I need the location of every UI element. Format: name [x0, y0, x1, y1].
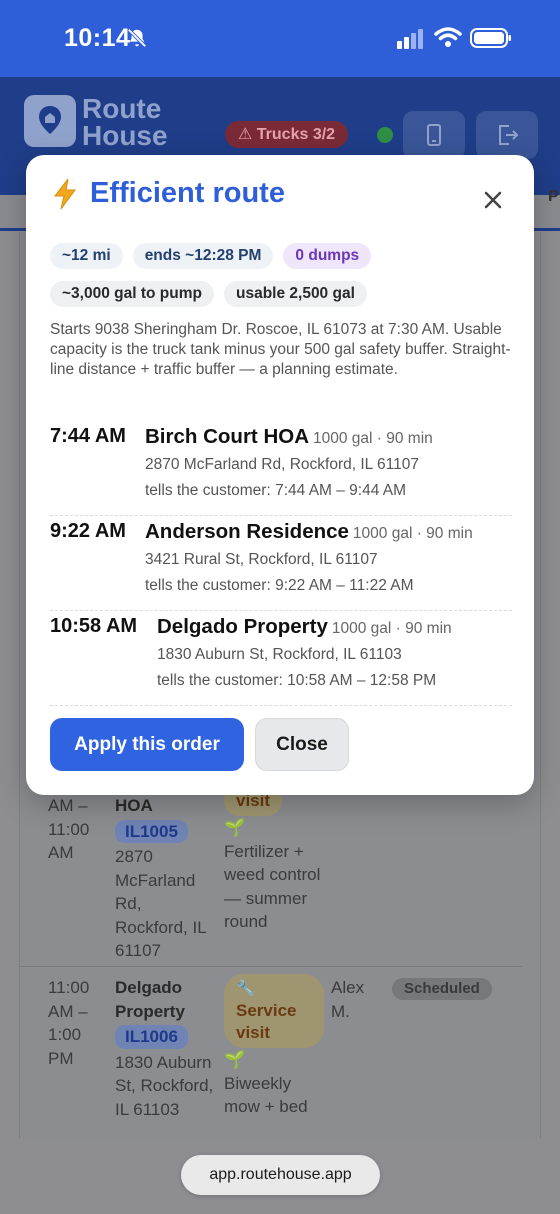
- device-button[interactable]: [403, 111, 465, 159]
- logout-button[interactable]: [476, 111, 538, 159]
- row-time: AM – 11:00 AM: [48, 794, 108, 865]
- time-line: AM –: [48, 1001, 88, 1021]
- close-button[interactable]: Close: [255, 718, 349, 771]
- row-customer: HOA IL1005 2870 McFarland Rd, Rockford, …: [115, 794, 215, 963]
- customer-address: 2870 McFarland Rd, Rockford, IL 61107: [115, 847, 207, 960]
- row-time: 11:00 AM – 1:00 PM: [48, 976, 108, 1070]
- trucks-warning-badge[interactable]: ⚠ Trucks 3/2: [225, 121, 349, 148]
- stop-address: 1830 Auburn St, Rockford, IL 61103: [157, 646, 402, 663]
- stop-time: 7:44 AM: [50, 425, 126, 447]
- time-line: PM: [48, 1048, 74, 1068]
- sprout-icon: 🌱: [224, 818, 246, 837]
- stop-address: 2870 McFarland Rd, Rockford, IL 61107: [145, 456, 419, 473]
- cellular-signal-icon: [397, 29, 423, 49]
- capacity-chips: ~3,000 gal to pump usable 2,500 gal: [50, 281, 367, 307]
- stop-name: Delgado Property: [157, 615, 328, 638]
- route-description: Starts 9038 Sheringham Dr. Roscoe, IL 61…: [50, 321, 511, 378]
- time-line: AM –: [48, 796, 88, 815]
- row-divider: [19, 966, 522, 967]
- phone-icon: [427, 124, 441, 146]
- route-stop: 10:58 AM Delgado Property 1000 gal · 90 m…: [50, 615, 512, 706]
- assigned-tech: Alex M.: [331, 978, 365, 1021]
- dumps-chip: 0 dumps: [283, 243, 372, 269]
- usable-capacity-chip: usable 2,500 gal: [223, 281, 367, 307]
- battery-icon: [470, 28, 511, 48]
- stop-info: Birch Court HOA 1000 gal · 90 min 2870 Mc…: [145, 425, 433, 500]
- status-time: 10:14: [64, 24, 131, 52]
- row-customer: Delgado Property IL1006 1830 Auburn St, …: [115, 976, 215, 1121]
- route-stop: 7:44 AM Birch Court HOA 1000 gal · 90 min…: [50, 425, 512, 516]
- logo-line-2: House: [82, 120, 168, 151]
- stop-customer-window: tells the customer: 10:58 AM – 12:58 PM: [157, 672, 437, 689]
- url-bar[interactable]: app.routehouse.app: [181, 1155, 380, 1195]
- job-id-badge[interactable]: IL1006: [115, 1025, 188, 1049]
- service-description: Fertilizer + weed control — summer round: [224, 841, 321, 932]
- row-service: 🔧 Service visit 🌱 Biweekly mow + bed: [224, 974, 324, 1119]
- stop-name: Anderson Residence: [145, 520, 349, 543]
- route-stop: 9:22 AM Anderson Residence 1000 gal · 90 …: [50, 520, 512, 611]
- stop-info: Delgado Property 1000 gal · 90 min 1830 A…: [157, 615, 452, 690]
- distance-chip: ~12 mi: [50, 243, 123, 269]
- dialog-title-text: Efficient route: [90, 177, 285, 209]
- lightning-bolt-icon: [53, 178, 76, 209]
- stop-meta: 1000 gal · 90 min: [331, 620, 452, 637]
- job-id-badge[interactable]: IL1005: [115, 819, 188, 843]
- end-time-chip: ends ~12:28 PM: [132, 243, 274, 269]
- app-logo: [24, 95, 76, 147]
- online-status-dot: [377, 127, 393, 143]
- wifi-icon: [434, 27, 462, 47]
- customer-name: HOA: [115, 796, 153, 815]
- sprout-icon: 🌱: [224, 1050, 246, 1069]
- status-badge[interactable]: Scheduled: [392, 978, 492, 1000]
- service-label: Service visit: [236, 1001, 297, 1042]
- service-pill: 🔧 Service visit: [224, 974, 324, 1048]
- dialog-title: Efficient route: [52, 177, 285, 210]
- time-line: 11:00: [48, 819, 90, 839]
- status-bar: 10:14: [0, 0, 560, 77]
- wrench-icon: 🔧: [236, 980, 255, 997]
- stop-meta: 1000 gal · 90 min: [352, 525, 473, 542]
- map-pin-icon: [39, 106, 61, 134]
- apply-order-button[interactable]: Apply this order: [50, 718, 244, 771]
- time-line: 11:00: [48, 978, 90, 997]
- efficient-route-dialog: Efficient route ~12 mi ends ~12:28 PM 0 …: [26, 155, 534, 795]
- route-summary-chips: ~12 mi ends ~12:28 PM 0 dumps: [50, 243, 372, 269]
- tab-partial[interactable]: P: [548, 188, 559, 206]
- stop-time: 10:58 AM: [50, 615, 138, 637]
- stop-name: Birch Court HOA: [145, 425, 309, 448]
- service-description: Biweekly mow + bed: [224, 1073, 308, 1117]
- customer-address: 1830 Auburn St, Rockford, IL 61103: [115, 1052, 214, 1119]
- bell-muted-icon: [127, 28, 147, 48]
- stop-time: 9:22 AM: [50, 520, 126, 542]
- stop-customer-window: tells the customer: 9:22 AM – 11:22 AM: [145, 577, 414, 594]
- row-service: visit 🌱 Fertilizer + weed control — summ…: [224, 786, 324, 934]
- customer-name: Delgado Property: [115, 978, 185, 1021]
- stop-customer-window: tells the customer: 7:44 AM – 9:44 AM: [145, 482, 407, 499]
- app-logo-text: Route House: [82, 93, 168, 151]
- stop-address: 3421 Rural St, Rockford, IL 61107: [145, 551, 378, 568]
- time-line: 1:00: [48, 1025, 82, 1044]
- stop-meta: 1000 gal · 90 min: [313, 430, 433, 447]
- stop-info: Anderson Residence 1000 gal · 90 min 3421…: [145, 520, 473, 595]
- time-line: AM: [48, 843, 74, 862]
- logout-icon: [499, 125, 519, 145]
- logo-line-1: Route: [82, 93, 162, 124]
- close-icon[interactable]: [482, 189, 504, 211]
- pump-volume-chip: ~3,000 gal to pump: [50, 281, 214, 307]
